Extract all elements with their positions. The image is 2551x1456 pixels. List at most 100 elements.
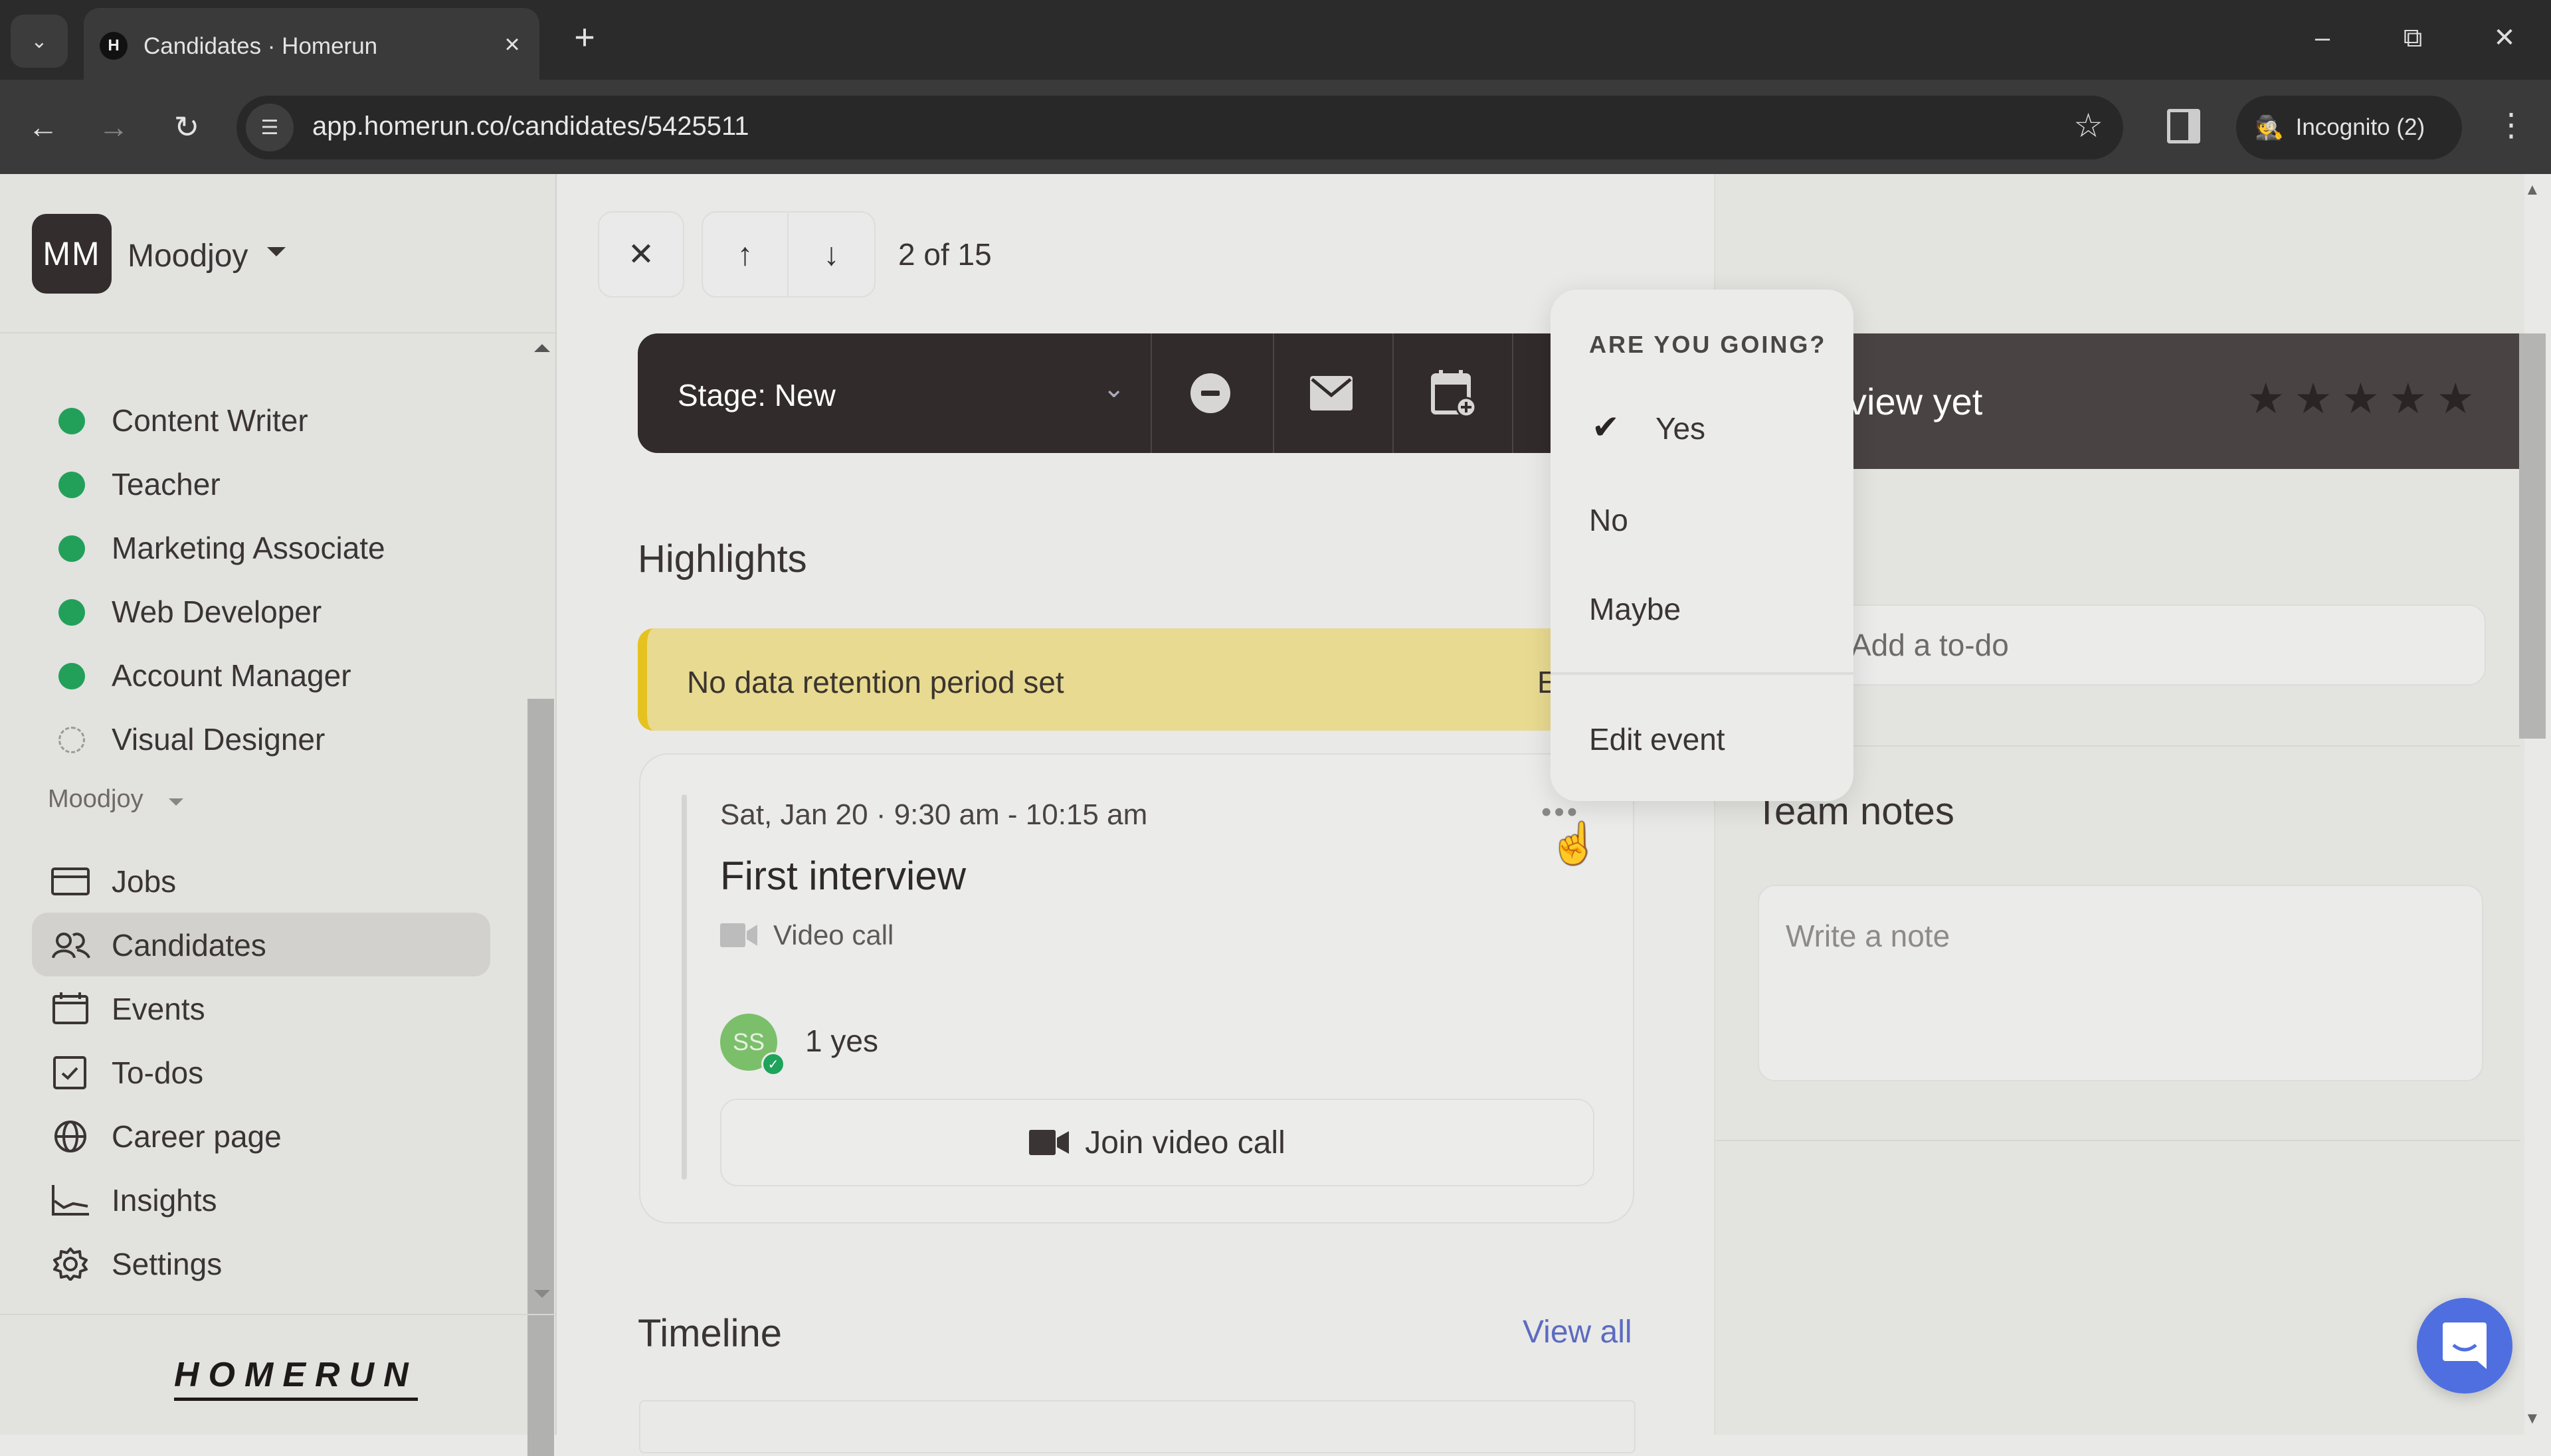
homerun-favicon-icon: H [100,32,128,60]
homerun-logo: HOMERUN [174,1355,418,1401]
workspace-name: Moodjoy [128,238,248,274]
join-video-call-button[interactable]: Join video call [720,1099,1594,1186]
globe-icon [54,1121,86,1152]
status-dot-icon [58,408,85,434]
event-time: Sat, Jan 20 · 9:30 am - 10:15 am [720,798,1148,831]
browser-menu-kebab-icon[interactable]: ⋮ [2495,106,2527,143]
send-email-button[interactable] [1305,367,1358,420]
incognito-icon: 🕵 [2255,114,2284,141]
sidebar-item-jobs[interactable]: Jobs [32,849,490,913]
address-bar[interactable]: ☰ app.homerun.co/candidates/5425511 ☆ [236,96,2123,159]
star-rating[interactable]: ★ ★ ★ ★ ★ [2247,377,2475,420]
sidebar-item-career-page[interactable]: Career page [32,1104,490,1168]
divider [1151,333,1152,453]
video-camera-icon [720,923,757,947]
team-note-textarea[interactable]: Write a note [1758,885,2483,1081]
sidebar-job-web-developer[interactable]: Web Developer [0,578,518,642]
menu-item-label: Edit event [1589,722,1725,757]
mail-icon [1310,376,1353,410]
sidebar-scroll-up-icon[interactable] [534,344,550,352]
divider [1273,333,1274,453]
job-label: Web Developer [112,594,322,629]
hand-cursor-icon: ☝ [1549,821,1599,865]
divider [1715,1140,2520,1141]
menu-item-label: No [1589,503,1628,537]
status-dot-icon [58,472,85,498]
new-tab-button[interactable]: + [565,17,605,57]
gear-icon [53,1247,88,1281]
restore-icon[interactable]: ⧉ [2386,15,2439,61]
site-info-icon[interactable]: ☰ [246,104,294,151]
view-all-link[interactable]: View all [1523,1314,1632,1350]
star-icon[interactable]: ★ [2342,377,2380,420]
sidebar-item-insights[interactable]: Insights [32,1168,490,1231]
close-icon: ✕ [627,237,655,272]
reload-icon[interactable]: ↻ [165,105,209,149]
review-status: view yet [1848,381,1983,422]
next-candidate-button[interactable]: ↓ [789,213,874,296]
incognito-profile-button[interactable]: 🕵 Incognito (2) [2236,96,2462,159]
star-icon[interactable]: ★ [2247,377,2285,420]
sidebar-item-events[interactable]: Events [32,976,490,1040]
sidebar-item-settings[interactable]: Settings [32,1231,490,1295]
timeline-card [639,1400,1636,1453]
chevron-down-icon: ⌄ [1103,374,1125,403]
window-close-icon[interactable]: ✕ [2478,15,2531,61]
sidebar-item-todos[interactable]: To-dos [32,1040,490,1104]
sidebar-job-marketing-associate[interactable]: Marketing Associate [0,514,518,578]
sidebar-scroll-down-icon[interactable] [534,1290,550,1298]
browser-tab[interactable]: H Candidates · Homerun × [84,8,539,80]
sidebar-item-candidates[interactable]: Candidates [32,913,490,976]
workspace-switcher[interactable]: MM Moodjoy [0,174,555,333]
disqualify-button[interactable] [1184,367,1237,420]
add-todo-input[interactable]: Add a to-do [1748,604,2486,685]
scroll-down-icon[interactable]: ▼ [2524,1410,2540,1428]
status-dot-icon [58,599,85,626]
nav-label: Settings [112,1247,223,1281]
arrow-up-icon: ↑ [737,236,753,272]
stage-label: Stage: New [678,378,836,412]
caret-down-icon [169,798,183,806]
star-icon[interactable]: ★ [2294,377,2332,420]
schedule-event-button[interactable] [1427,367,1480,420]
sidebar-job-account-manager[interactable]: Account Manager [0,642,518,705]
menu-item-label: Yes [1655,411,1706,446]
star-icon[interactable]: ★ [2389,377,2427,420]
menu-item-edit-event[interactable]: Edit event [1551,700,1853,773]
tab-close-icon[interactable]: × [496,28,529,61]
calendar-icon [52,992,88,1024]
job-label: Visual Designer [112,722,326,757]
minimize-icon[interactable]: – [2296,15,2349,61]
sidebar-job-teacher[interactable]: Teacher [0,450,518,514]
menu-item-maybe[interactable]: Maybe [1551,570,1853,643]
check-badge-icon: ✓ [761,1052,785,1076]
rsvp-menu: ARE YOU GOING? ✔ Yes No Maybe Edit event [1551,290,1853,801]
scroll-up-icon[interactable]: ▲ [2524,181,2540,199]
tab-list-button[interactable]: ⌄ [11,15,68,68]
star-icon[interactable]: ★ [2437,377,2475,420]
close-candidate-button[interactable]: ✕ [598,211,684,298]
sidebar-job-content-writer[interactable]: Content Writer [0,387,518,450]
url-text[interactable]: app.homerun.co/candidates/5425511 [312,112,749,141]
menu-item-no[interactable]: No [1551,481,1853,554]
workspace-section-label[interactable]: Moodjoy [48,785,143,814]
chat-launcher-button[interactable] [2417,1298,2512,1394]
divider [1551,672,1853,675]
chevron-down-icon: ⌄ [31,30,48,52]
forward-arrow-icon[interactable]: → [92,105,136,149]
side-panel-icon[interactable] [2167,109,2200,143]
sidebar-job-visual-designer[interactable]: Visual Designer [0,705,518,769]
menu-item-label: Maybe [1589,592,1681,626]
menu-item-yes[interactable]: ✔ Yes [1551,389,1853,462]
candidate-counter: 2 of 15 [898,237,992,272]
main-scrollbar-thumb[interactable] [2519,333,2546,739]
previous-candidate-button[interactable]: ↑ [703,213,789,296]
nav-label: Jobs [112,864,177,899]
check-icon: ✔ [1592,409,1620,446]
rsvp-count: 1 yes [805,1024,878,1058]
back-arrow-icon[interactable]: ← [21,105,65,149]
stage-select[interactable]: Stage: New ⌄ [638,333,1151,453]
arrow-down-icon: ↓ [823,236,840,272]
bookmark-star-icon[interactable]: ☆ [2073,106,2103,145]
nav-label: Insights [112,1183,217,1218]
